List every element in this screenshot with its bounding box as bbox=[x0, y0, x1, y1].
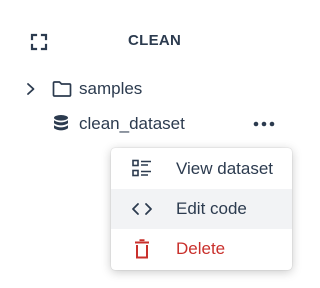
context-menu: View dataset Edit code Delete bbox=[111, 148, 292, 270]
menu-item-delete[interactable]: Delete bbox=[111, 229, 292, 269]
list-view-icon bbox=[132, 159, 151, 177]
more-options-button[interactable] bbox=[250, 113, 278, 135]
chevron-right-icon[interactable] bbox=[24, 82, 38, 96]
expand-button[interactable] bbox=[28, 31, 50, 53]
panel-title: CLEAN bbox=[128, 32, 182, 49]
tree-item-label: clean_dataset bbox=[79, 114, 185, 133]
tree-item-label: samples bbox=[79, 79, 143, 98]
database-icon bbox=[54, 115, 68, 131]
trash-icon bbox=[135, 239, 149, 259]
tree-item-samples[interactable]: samples bbox=[0, 75, 240, 103]
expand-icon bbox=[30, 33, 48, 51]
sidebar-panel: CLEAN samples clean_dataset View dataset… bbox=[0, 0, 300, 288]
tree-item-clean-dataset[interactable]: clean_dataset bbox=[0, 110, 240, 138]
folder-icon bbox=[52, 81, 72, 97]
menu-item-label: Delete bbox=[176, 239, 226, 258]
menu-item-view-dataset[interactable]: View dataset bbox=[111, 149, 292, 189]
code-icon bbox=[132, 203, 152, 215]
menu-item-label: Edit code bbox=[176, 199, 247, 218]
more-horizontal-icon bbox=[253, 121, 275, 127]
menu-item-label: View dataset bbox=[176, 159, 274, 178]
menu-item-edit-code[interactable]: Edit code bbox=[111, 189, 292, 229]
